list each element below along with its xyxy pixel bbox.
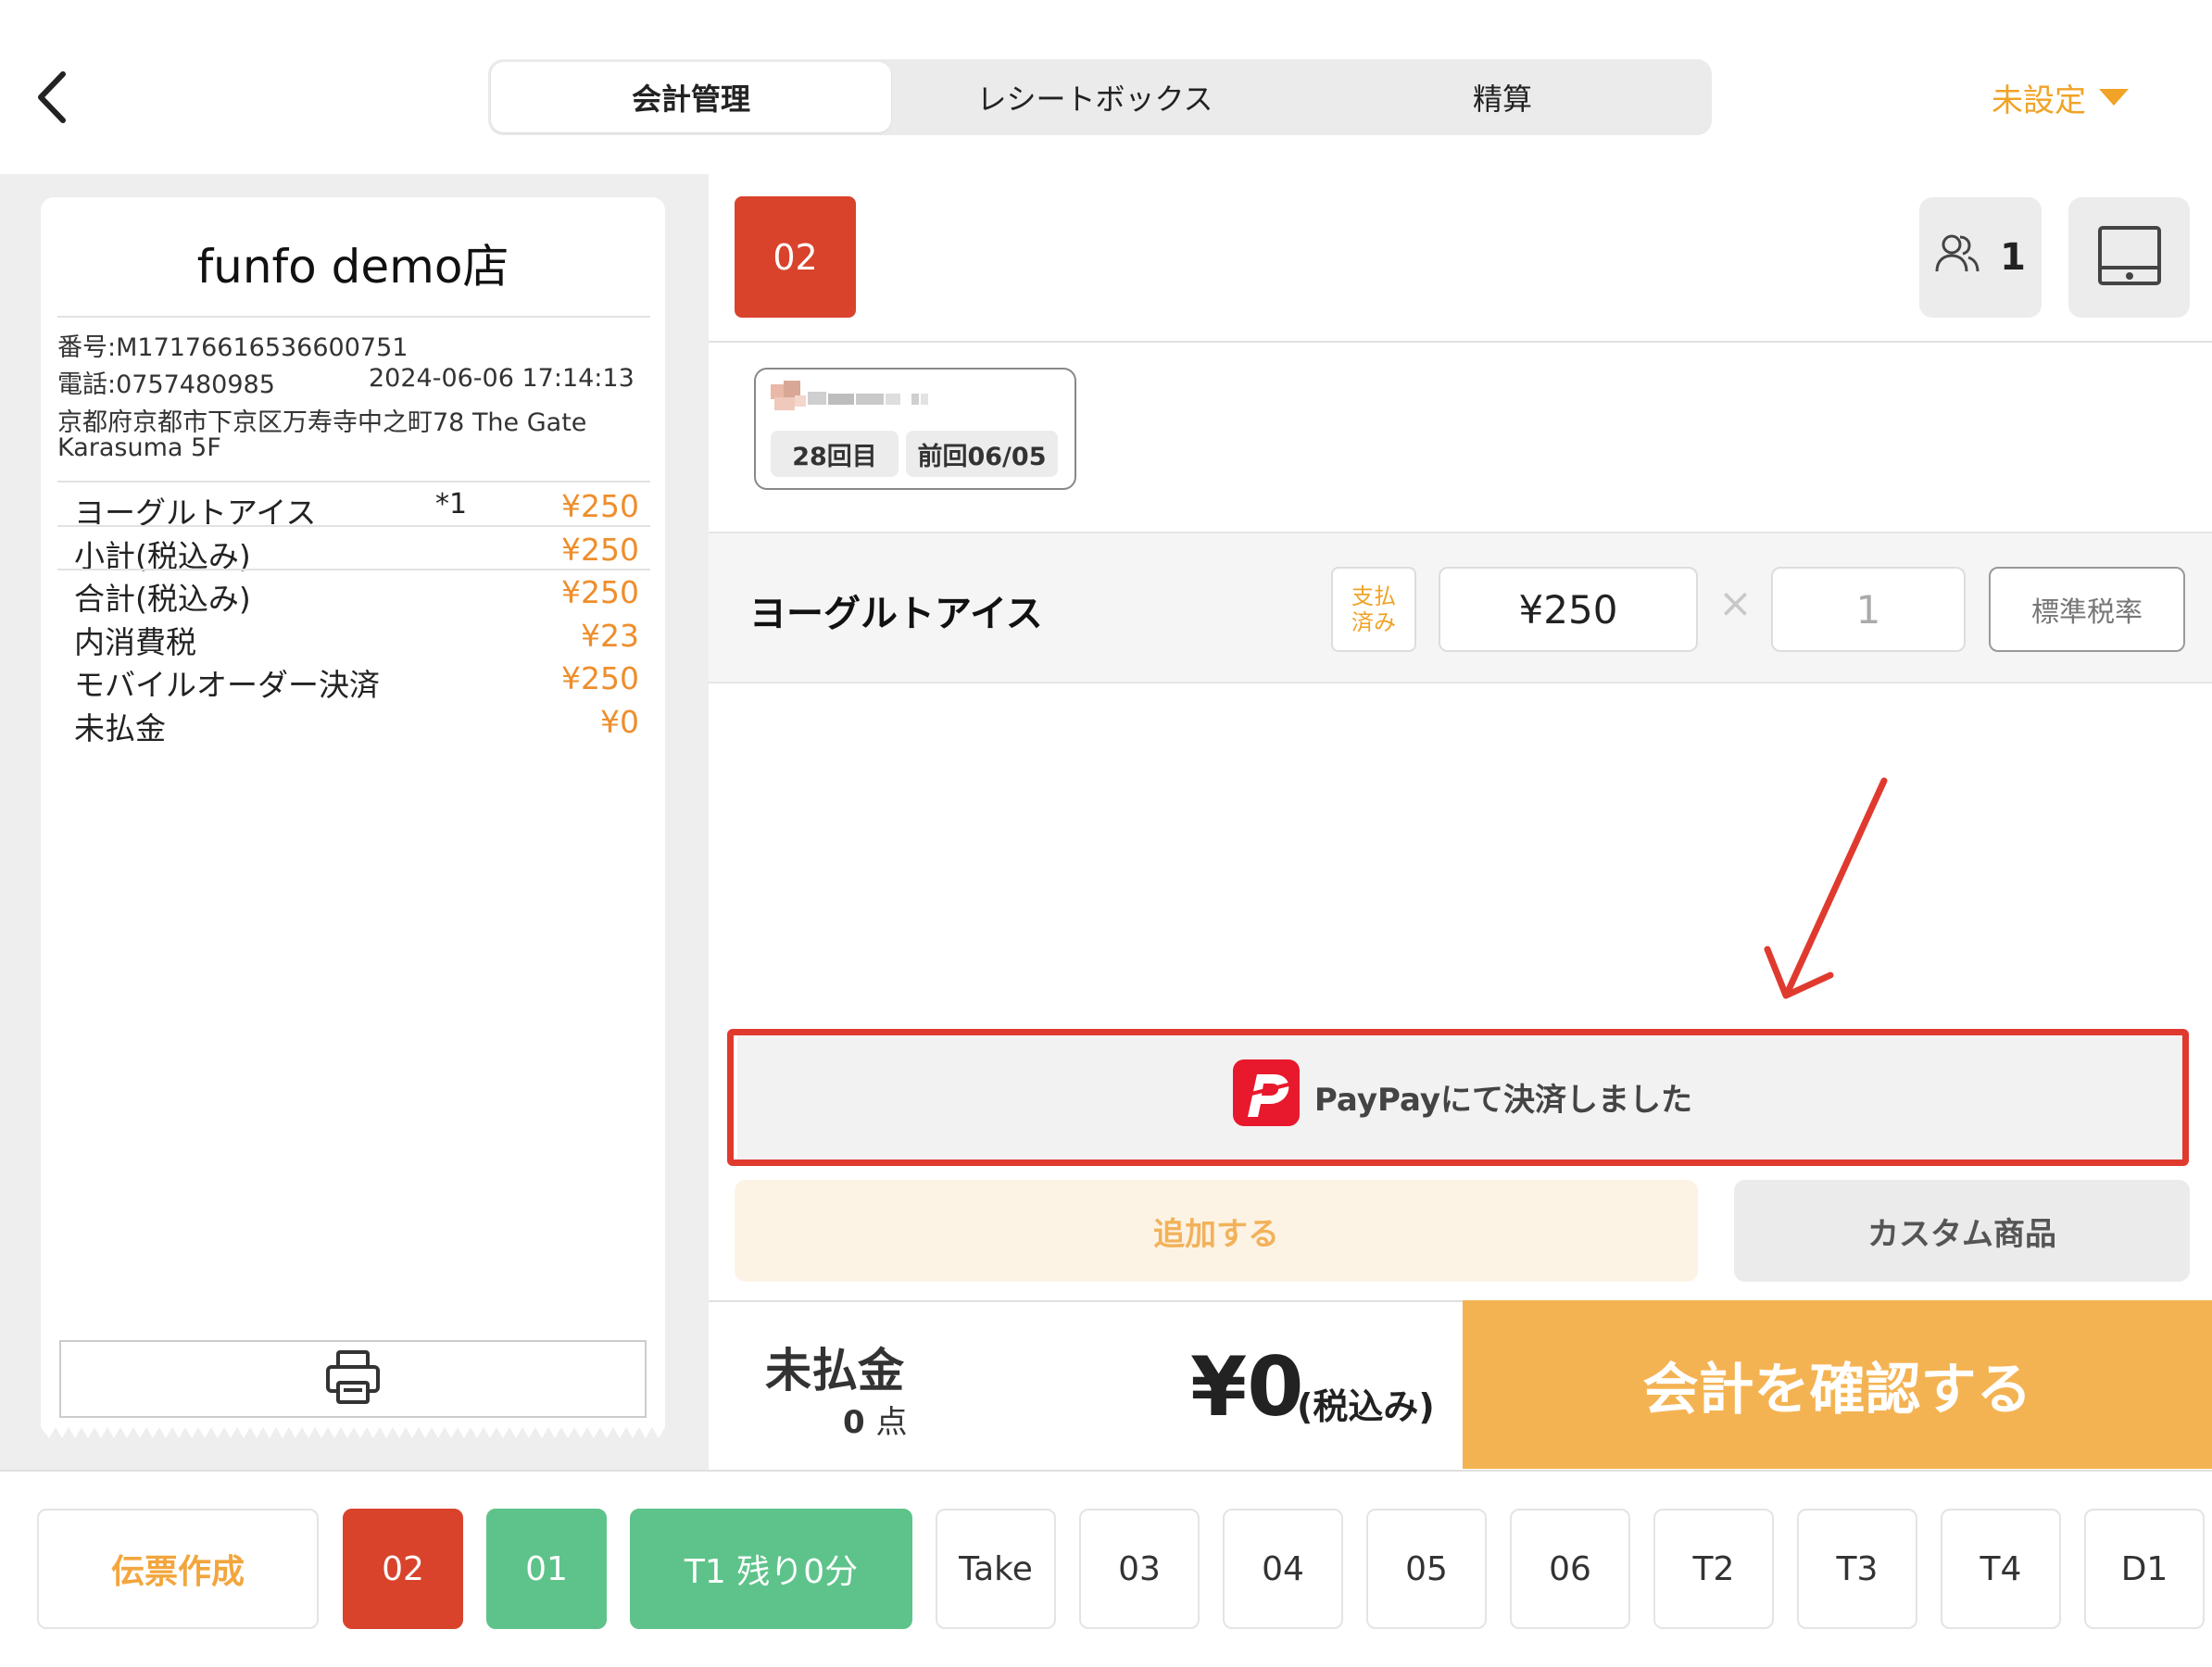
add-item-button[interactable]: 追加する	[735, 1180, 1698, 1282]
printer-icon	[324, 1349, 382, 1409]
people-count-button[interactable]: 1	[1919, 197, 2042, 318]
receipt-row-label: モバイルオーダー決済	[74, 667, 380, 703]
people-icon	[1935, 232, 1979, 282]
receipt-address-line2: Karasuma 5F	[57, 433, 221, 462]
last-visit-chip: 前回06/05	[906, 431, 1058, 477]
receipt-unpaid-row: 未払金 ¥0	[74, 704, 639, 746]
receipt-row-value: ¥250	[561, 574, 639, 610]
divider	[57, 569, 650, 570]
paid-badge: 支払 済み	[1331, 567, 1416, 652]
tab-receipt-box[interactable]: レシートボックス	[896, 62, 1294, 132]
order-item-row[interactable]: ヨーグルトアイス 支払 済み ¥250 × 1 標準税率	[709, 532, 2212, 683]
receipt-phone: 電話:0757480985	[57, 370, 275, 399]
annotation-highlight-box	[727, 1029, 2189, 1166]
divider	[57, 481, 650, 483]
table-button-04[interactable]: 04	[1223, 1509, 1343, 1629]
table-button-d1[interactable]: D1	[2084, 1509, 2205, 1629]
confirm-checkout-button[interactable]: 会計を確認する	[1463, 1300, 2212, 1469]
annotation-arrow-icon	[1764, 777, 1888, 999]
unset-label: 未設定	[1992, 81, 2086, 119]
quantity-field[interactable]: 1	[1771, 567, 1966, 652]
table-button-02[interactable]: 02	[343, 1509, 463, 1629]
table-button-take[interactable]: Take	[936, 1509, 1056, 1629]
unset-dropdown[interactable]: 未設定	[1992, 74, 2129, 120]
tax-rate-button[interactable]: 標準税率	[1989, 567, 2185, 652]
receipt-paper: funfo demo店 番号:M17176616536600751 電話:075…	[41, 197, 665, 1420]
receipt-row-value: ¥250	[561, 660, 639, 696]
receipt-zigzag-edge	[41, 1420, 665, 1438]
table-button-05[interactable]: 05	[1366, 1509, 1487, 1629]
receipt-number: 番号:M17176616536600751	[57, 333, 408, 362]
receipt-tax-row: 内消費税 ¥23	[74, 618, 639, 660]
tab-accounting[interactable]: 会計管理	[491, 62, 891, 132]
table-button-t4[interactable]: T4	[1941, 1509, 2061, 1629]
total-amount: ¥0	[1190, 1339, 1304, 1435]
customer-card[interactable]: 28回目 前回06/05	[754, 368, 1076, 490]
customer-avatar-blurred	[771, 381, 947, 416]
tablet-icon	[2097, 225, 2162, 290]
receipt-subtotal-row: 小計(税込み) ¥250	[74, 532, 639, 574]
top-header: 会計管理 レシートボックス 精算 未設定	[0, 0, 2212, 174]
unpaid-label: 未払金	[765, 1344, 904, 1398]
price-field[interactable]: ¥250	[1439, 567, 1698, 652]
divider	[57, 525, 650, 527]
paid-badge-line2: 済み	[1351, 609, 1396, 635]
item-count: 0 点	[843, 1397, 908, 1442]
total-tax-suffix: (税込み)	[1297, 1386, 1435, 1427]
receipt-row-label: 合計(税込み)	[74, 581, 251, 617]
receipt-row-value: ¥23	[581, 618, 639, 654]
ticket-number-badge: 02	[735, 196, 856, 318]
table-button-03[interactable]: 03	[1079, 1509, 1200, 1629]
receipt-row-value: ¥250	[561, 532, 639, 568]
print-button[interactable]	[59, 1340, 647, 1418]
order-item-name: ヨーグルトアイス	[749, 593, 1043, 635]
receipt-row-label: 未払金	[74, 710, 166, 746]
custom-item-button[interactable]: カスタム商品	[1734, 1180, 2190, 1282]
paid-badge-line1: 支払	[1351, 583, 1396, 609]
back-icon[interactable]	[33, 67, 74, 128]
table-button-06[interactable]: 06	[1510, 1509, 1630, 1629]
tablet-view-button[interactable]	[2068, 197, 2190, 318]
table-button-t3[interactable]: T3	[1797, 1509, 1917, 1629]
caret-down-icon	[2099, 89, 2129, 106]
receipt-mobile-payment-row: モバイルオーダー決済 ¥250	[74, 660, 639, 703]
receipt-row-label: 内消費税	[74, 624, 196, 660]
store-name: funfo demo店	[196, 240, 509, 294]
receipt-total-row: 合計(税込み) ¥250	[74, 574, 639, 617]
item-count-unit: 点	[875, 1404, 908, 1441]
divider	[709, 341, 2212, 343]
table-selector-bar: 伝票作成 02 01 T1 残り0分 Take 03 04 05 06 T2 T…	[0, 1470, 2212, 1667]
divider	[57, 316, 650, 318]
visit-count-chip: 28回目	[771, 431, 899, 477]
segmented-tabs: 会計管理 レシートボックス 精算	[488, 59, 1712, 135]
table-button-01[interactable]: 01	[486, 1509, 607, 1629]
create-slip-button[interactable]: 伝票作成	[37, 1509, 319, 1629]
receipt-item-qty: *1	[435, 488, 468, 520]
receipt-item-row: ヨーグルトアイス *1 ¥250	[74, 488, 639, 531]
multiply-icon: ×	[1718, 580, 1753, 627]
people-count: 1	[2000, 236, 2026, 279]
table-button-t2[interactable]: T2	[1653, 1509, 1774, 1629]
table-button-t1[interactable]: T1 残り0分	[630, 1509, 912, 1629]
item-count-value: 0	[843, 1404, 865, 1441]
receipt-datetime: 2024-06-06 17:14:13	[369, 364, 635, 393]
tab-settlement[interactable]: 精算	[1303, 62, 1702, 132]
receipt-item-price: ¥250	[561, 488, 639, 524]
receipt-row-value: ¥0	[600, 704, 639, 740]
